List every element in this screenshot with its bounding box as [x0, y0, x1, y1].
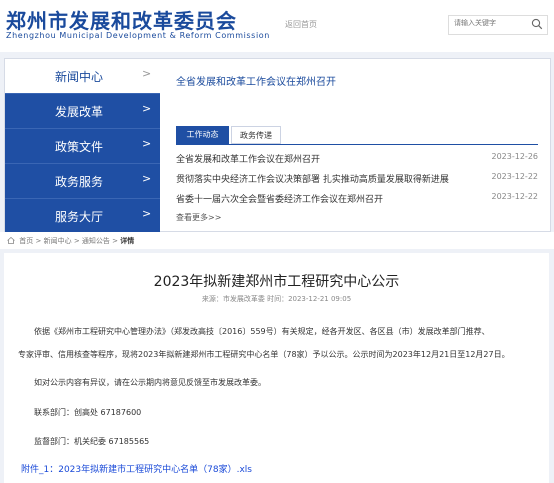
tab-divider [176, 144, 538, 145]
sidebar-item-label: 新闻中心 [55, 70, 104, 84]
sidebar-item-development-reform[interactable]: 发展改革 > [5, 93, 160, 128]
chevron-right-icon: > [142, 137, 152, 150]
sidebar-item-policy-documents[interactable]: 政策文件 > [5, 128, 160, 163]
article-paragraph: 专家评审、信用核查等程序，现将2023年拟新建郑州市工程研究中心名单（78家）予… [18, 350, 510, 359]
article-meta: 来源：市发展改革委 时间：2023-12-21 09:05 [201, 295, 352, 303]
news-title[interactable]: 全省发展和改革工作会议在郑州召开 [176, 152, 474, 165]
view-more-link[interactable]: 查看更多>> [176, 212, 221, 223]
search-box [448, 15, 548, 35]
chevron-right-icon: > [142, 207, 152, 220]
sidebar-item-news-center[interactable]: 新闻中心 > [5, 59, 160, 93]
article-title: 2023年拟新建郑州市工程研究中心公示 [153, 274, 400, 290]
news-date: 2023-12-26 [491, 152, 539, 161]
home-icon [7, 237, 15, 244]
search-input[interactable] [454, 19, 528, 27]
news-title[interactable]: 贯彻落实中央经济工作会议决策部署 扎实推动高质量发展取得新进展 [176, 172, 474, 185]
sidebar-item-label: 发展改革 [55, 105, 104, 119]
headline-link[interactable]: 全省发展和改革工作会议在郑州召开 [176, 73, 336, 88]
article-area: 2023年拟新建郑州市工程研究中心公示 来源：市发展改革委 时间：2023-12… [0, 249, 554, 483]
list-item[interactable]: 全省发展和改革工作会议在郑州召开 2023-12-26 [176, 152, 538, 168]
breadcrumb-home[interactable]: 首页 [19, 237, 33, 245]
return-home-link[interactable]: 返回首页 [285, 19, 317, 30]
top-area: 新闻中心 > 发展改革 > 政策文件 > 政务服务 > 服务大厅 > 全省发展和… [0, 52, 554, 233]
chevron-right-icon: > [142, 102, 152, 115]
site-logo-subtitle: Zhengzhou Municipal Development & Reform… [6, 31, 270, 40]
breadcrumb-separator: > [35, 237, 42, 245]
list-item[interactable]: 贯彻落实中央经济工作会议决策部署 扎实推动高质量发展取得新进展 2023-12-… [176, 172, 538, 188]
search-icon[interactable] [531, 18, 543, 30]
article-paragraph: 如对公示内容有异议，请在公示期内将意见反馈至市发展改革委。 [34, 378, 266, 387]
sidebar-item-label: 政策文件 [55, 140, 104, 154]
breadcrumb-separator: > [73, 237, 80, 245]
article-body: 2023年拟新建郑州市工程研究中心公示 来源：市发展改革委 时间：2023-12… [4, 253, 549, 483]
supervision-department: 监督部门：机关纪委 67185565 [34, 437, 150, 446]
sidebar-item-label: 政务服务 [55, 175, 104, 189]
list-item[interactable]: 省委十一届六次全会暨省委经济工作会议在郑州召开 2023-12-22 [176, 192, 538, 208]
sidebar-item-service-hall[interactable]: 服务大厅 > [5, 198, 160, 233]
news-date: 2023-12-22 [491, 172, 539, 181]
breadcrumb-current: 详情 [120, 237, 135, 245]
news-title[interactable]: 省委十一届六次全会暨省委经济工作会议在郑州召开 [176, 192, 474, 205]
breadcrumb-news-center[interactable]: 新闻中心 [44, 237, 72, 245]
chevron-right-icon: > [142, 67, 152, 80]
breadcrumb-notices[interactable]: 通知公告 [82, 237, 110, 245]
article-paragraph: 依据《郑州市工程研究中心管理办法》（郑发改高技〔2016〕559号）有关规定，经… [34, 327, 490, 336]
chevron-right-icon: > [142, 172, 152, 185]
news-panel: 新闻中心 > 发展改革 > 政策文件 > 政务服务 > 服务大厅 > 全省发展和… [4, 58, 551, 233]
sidebar-item-government-services[interactable]: 政务服务 > [5, 163, 160, 198]
contact-department: 联系部门：创高处 67187600 [34, 408, 142, 417]
breadcrumb-separator: > [112, 237, 119, 245]
attachment-link[interactable]: 附件_1：2023年拟新建市工程研究中心名单（78家）.xls [21, 462, 252, 475]
site-header: 郑州市发展和改革委员会 Zhengzhou Municipal Developm… [0, 0, 554, 52]
breadcrumb: 首页 > 新闻中心 > 通知公告 > 详情 [0, 232, 554, 249]
tab-government-affairs[interactable]: 政务传递 [231, 126, 281, 144]
sidebar-item-label: 服务大厅 [55, 210, 104, 224]
site-logo-title[interactable]: 郑州市发展和改革委员会 [6, 5, 237, 34]
tab-work-news[interactable]: 工作动态 [176, 126, 229, 144]
news-date: 2023-12-22 [491, 192, 539, 201]
